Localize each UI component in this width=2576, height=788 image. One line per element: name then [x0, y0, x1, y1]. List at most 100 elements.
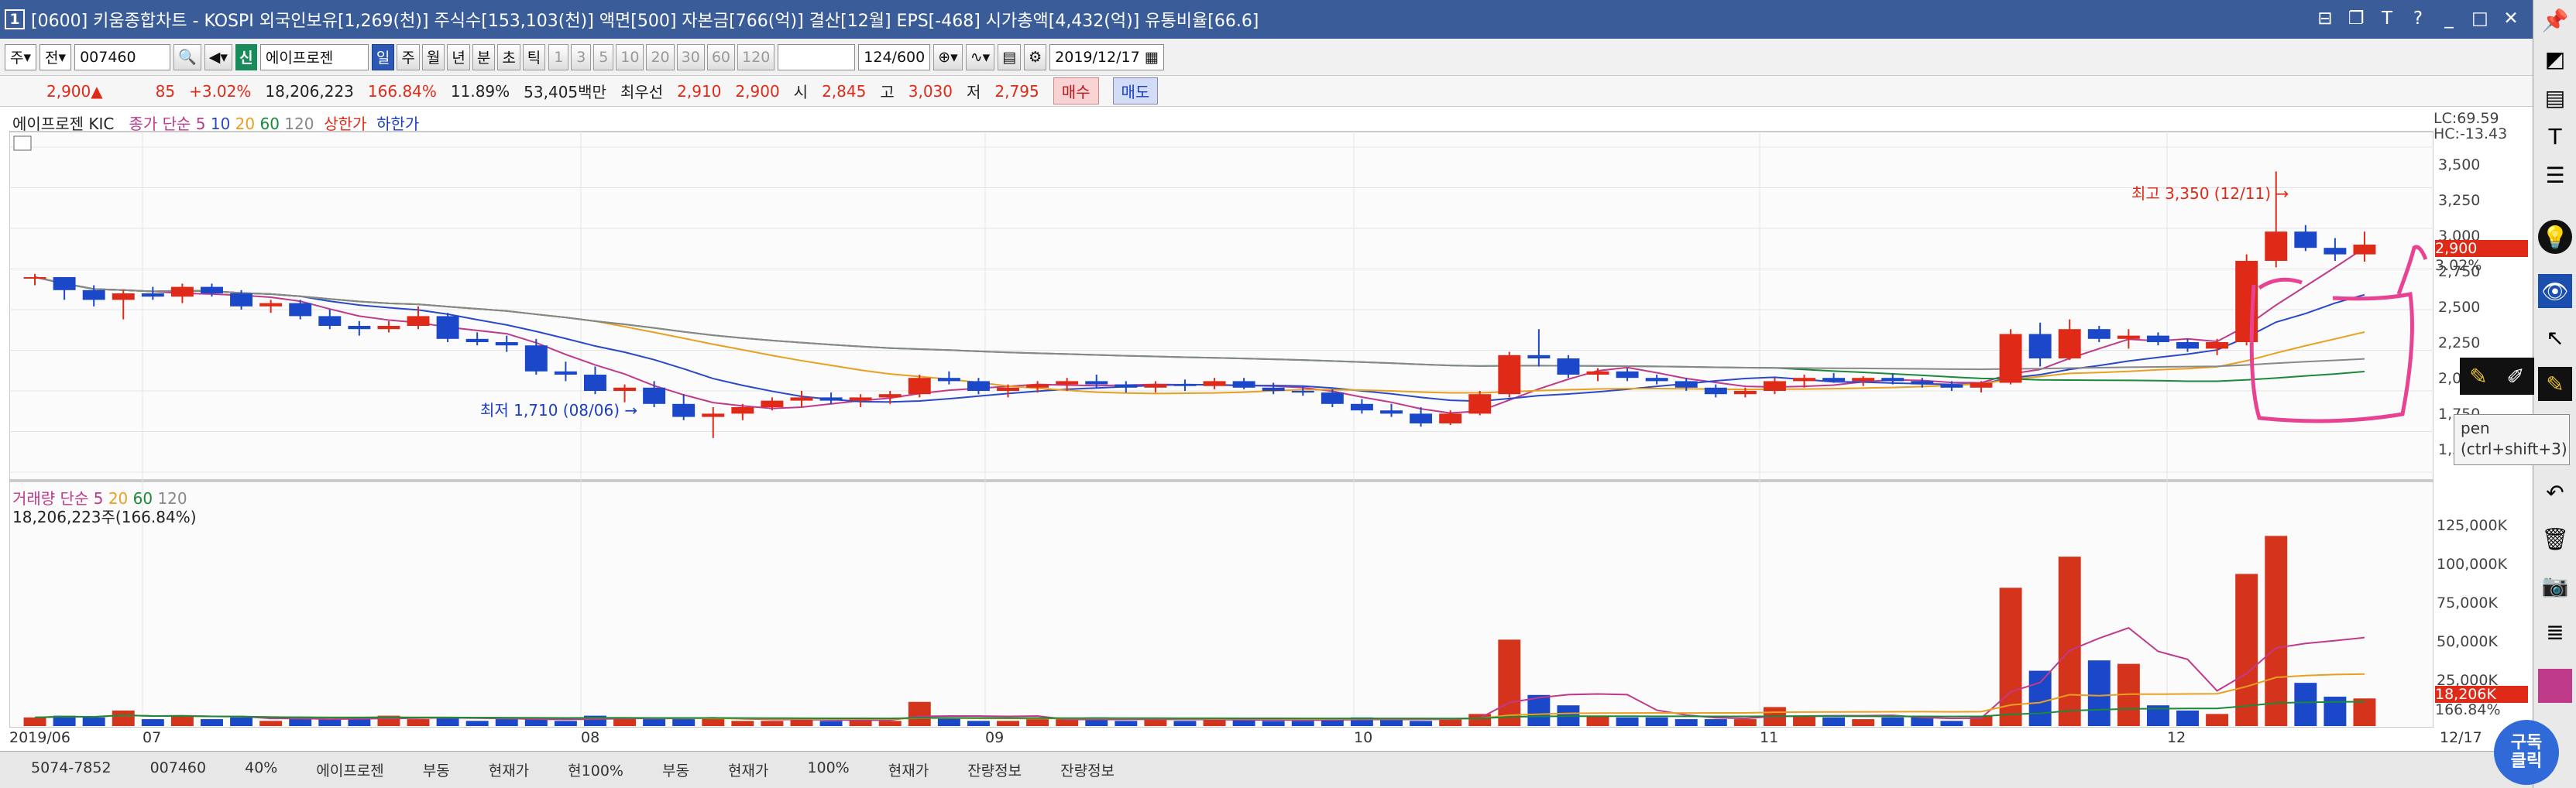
- list-icon[interactable]: ☰: [2538, 158, 2572, 192]
- search-icon[interactable]: 🔍: [173, 43, 201, 70]
- sound-icon[interactable]: ◀▾: [204, 43, 232, 70]
- volume-bar: [259, 721, 283, 726]
- count-field[interactable]: 124/600: [858, 43, 931, 70]
- sell-button[interactable]: 매도: [1112, 77, 1159, 104]
- cursor-icon[interactable]: ↖: [2538, 320, 2572, 355]
- current-price-tag: 2,900: [2435, 240, 2528, 257]
- volume-bar: [908, 701, 931, 726]
- period-select[interactable]: 주 ▾: [5, 43, 37, 70]
- candle-body: [613, 387, 637, 391]
- candle-body: [2265, 231, 2288, 261]
- mode-select[interactable]: 전 ▾: [39, 43, 72, 70]
- volume-bar: [1733, 719, 1757, 726]
- camera-icon[interactable]: 📷: [2538, 568, 2572, 602]
- minute-120[interactable]: 120: [737, 43, 775, 70]
- trash-icon[interactable]: 🗑: [2538, 522, 2572, 556]
- price-bar: 2,900▲ 85 +3.02% 18,206,223 166.84% 11.8…: [0, 76, 2533, 107]
- interval-0[interactable]: 일: [371, 43, 395, 70]
- buy-button[interactable]: 매수: [1053, 77, 1099, 104]
- minute-3[interactable]: 3: [571, 43, 592, 70]
- candle-body: [2117, 335, 2140, 339]
- pen-icon[interactable]: ✎: [2538, 367, 2572, 401]
- interval-1[interactable]: 주: [397, 43, 420, 70]
- text-tool-icon[interactable]: T: [2538, 119, 2572, 153]
- volume-bar: [1616, 717, 1639, 726]
- interval-3[interactable]: 년: [447, 43, 470, 70]
- volume-bar: [141, 719, 164, 726]
- ruler-icon[interactable]: ▤: [2538, 81, 2572, 115]
- interval-input[interactable]: [778, 43, 856, 70]
- candle-body: [731, 407, 754, 414]
- layout-icon[interactable]: ⊟: [2314, 8, 2336, 29]
- candle-body: [1350, 403, 1373, 411]
- volume-bar: [2087, 660, 2111, 726]
- highlighter-tools[interactable]: ✎ ✐: [2460, 358, 2534, 395]
- candle-body: [583, 375, 606, 391]
- marker-icon[interactable]: ✐: [2506, 364, 2524, 389]
- volume-bar: [2265, 536, 2288, 726]
- minute-5[interactable]: 5: [593, 43, 614, 70]
- minute-30[interactable]: 30: [676, 43, 705, 70]
- minimize-icon[interactable]: _: [2438, 8, 2460, 29]
- bottom-item: 007460: [149, 759, 207, 776]
- low-price: 2,795: [994, 81, 1039, 101]
- candle-body: [1468, 394, 1492, 414]
- candle-body: [1733, 391, 1757, 395]
- candle-body: [2353, 245, 2376, 255]
- interval-2[interactable]: 월: [421, 43, 445, 70]
- minute-1[interactable]: 1: [548, 43, 569, 70]
- interval-6[interactable]: 틱: [522, 43, 546, 70]
- chart-window: 1 [0600] 키움종합차트 - KOSPI 외국인보유[1,269(천)] …: [0, 0, 2576, 788]
- eye-icon[interactable]: 👁: [2538, 274, 2572, 308]
- chart-toolbar: 주 ▾ 전 ▾ 007460 🔍 ◀▾ 신 에이프로젠 일주월년분초틱 1 3 5 10 2…: [0, 39, 2533, 76]
- volume-bar: [318, 719, 342, 726]
- trade-amount: 53,405백만: [524, 83, 606, 101]
- chart-svg[interactable]: [9, 108, 2434, 728]
- candle-body: [524, 345, 548, 372]
- maximize-icon[interactable]: □: [2469, 8, 2491, 29]
- color-swatch-icon[interactable]: [2538, 669, 2572, 703]
- minute-60[interactable]: 60: [706, 43, 736, 70]
- help-icon[interactable]: ?: [2407, 8, 2429, 29]
- date-tick: 12: [2167, 729, 2186, 746]
- volume-bar: [554, 721, 577, 726]
- table-icon[interactable]: [13, 135, 32, 151]
- save-icon[interactable]: ▤: [998, 43, 1022, 70]
- date-field[interactable]: 2019/12/17 ▦: [1049, 43, 1164, 70]
- settings-gear-icon[interactable]: ⚙: [1024, 43, 1047, 70]
- indicator-icon[interactable]: ∿▾: [965, 43, 995, 70]
- interval-4[interactable]: 분: [472, 43, 496, 70]
- volume-bar: [1439, 719, 1462, 726]
- stock-code-input[interactable]: 007460: [74, 43, 171, 70]
- eraser-icon[interactable]: ◩: [2538, 42, 2572, 76]
- pin-icon[interactable]: 📌: [2538, 3, 2572, 37]
- chart-area[interactable]: 에이프로젠 KIC 종가 단순 5 10 20 60 120 상한가 하한가 거…: [9, 108, 2434, 728]
- best-label: 최우선: [620, 83, 664, 101]
- restore-icon[interactable]: ❐: [2345, 8, 2367, 29]
- minute-10[interactable]: 10: [616, 43, 644, 70]
- candle-body: [702, 413, 725, 417]
- minute-20[interactable]: 20: [646, 43, 675, 70]
- candle-body: [790, 397, 813, 401]
- candle-body: [1586, 371, 1609, 375]
- subscribe-logo[interactable]: 구독 클릭: [2494, 720, 2559, 785]
- volume-bar: [1911, 717, 1934, 726]
- candle-body: [1822, 378, 1846, 382]
- volume-rate-tag: 166.84%: [2435, 701, 2501, 718]
- font-icon[interactable]: T: [2376, 8, 2398, 29]
- close-icon[interactable]: ✕: [2500, 8, 2522, 29]
- candle-body: [1203, 381, 1226, 386]
- open-label: 시: [793, 83, 809, 101]
- interval-5[interactable]: 초: [497, 43, 520, 70]
- undo-icon[interactable]: ↶: [2538, 475, 2572, 509]
- highlighter-icon[interactable]: ✎: [2469, 364, 2487, 389]
- magnify-plus-icon[interactable]: ⊕▾: [933, 43, 963, 70]
- volume-tick: 75,000K: [2437, 594, 2498, 612]
- volume-bar: [878, 721, 902, 726]
- title-bar[interactable]: 1 [0600] 키움종합차트 - KOSPI 외국인보유[1,269(천)] …: [0, 0, 2533, 39]
- bulb-icon[interactable]: 💡: [2538, 220, 2572, 254]
- bottom-item: 에이프로젠: [316, 762, 384, 779]
- menu-icon[interactable]: ≣: [2538, 615, 2572, 649]
- candle-body: [1763, 381, 1786, 391]
- price-change: 85: [155, 81, 176, 101]
